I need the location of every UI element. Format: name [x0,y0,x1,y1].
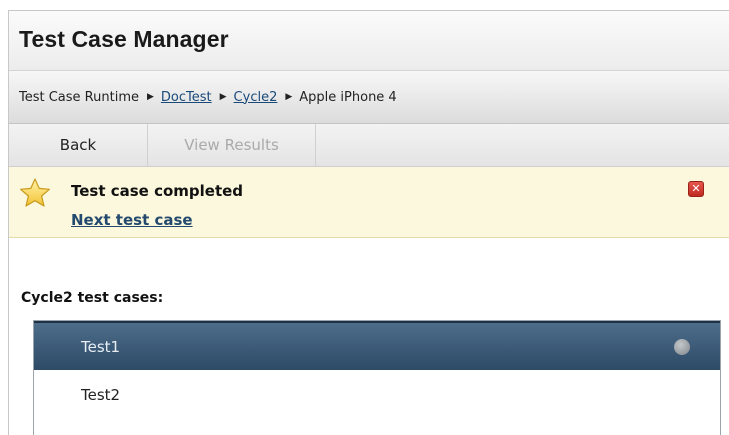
breadcrumb-arrow-icon: ▶ [146,92,154,102]
breadcrumb-arrow-icon: ▶ [285,92,293,102]
title-bar: Test Case Manager [9,11,729,71]
list-item-label: Test1 [81,337,121,356]
breadcrumb-link-cycle2[interactable]: Cycle2 [234,90,278,105]
toolbar: Back View Results [9,124,729,167]
breadcrumb: Test Case Runtime ▶ DocTest ▶ Cycle2 ▶ A… [9,71,729,124]
breadcrumb-arrow-icon: ▶ [219,92,227,102]
list-item-label: Test2 [81,385,121,404]
star-icon [20,178,50,207]
breadcrumb-root: Test Case Runtime [19,89,139,105]
completion-notice: Test case completed Next test case ✕ [9,167,729,238]
test-case-manager-window: Test Case Manager Test Case Runtime ▶ Do… [8,10,729,435]
test-cases-heading: Cycle2 test cases: [21,290,164,306]
back-button[interactable]: Back [9,124,148,166]
breadcrumb-current: Apple iPhone 4 [299,89,397,105]
view-results-button: View Results [148,124,316,166]
app-title: Test Case Manager [19,26,229,52]
list-item-test1[interactable]: Test1 [34,321,720,370]
test-case-list: Test1 Test2 [33,320,721,435]
list-item-test2[interactable]: Test2 [34,370,720,419]
status-dot-icon [674,339,690,355]
breadcrumb-link-doctest[interactable]: DocTest [161,90,212,105]
next-test-case-link[interactable]: Next test case [71,211,193,229]
notice-message: Test case completed [71,182,244,200]
close-icon[interactable]: ✕ [688,181,704,197]
